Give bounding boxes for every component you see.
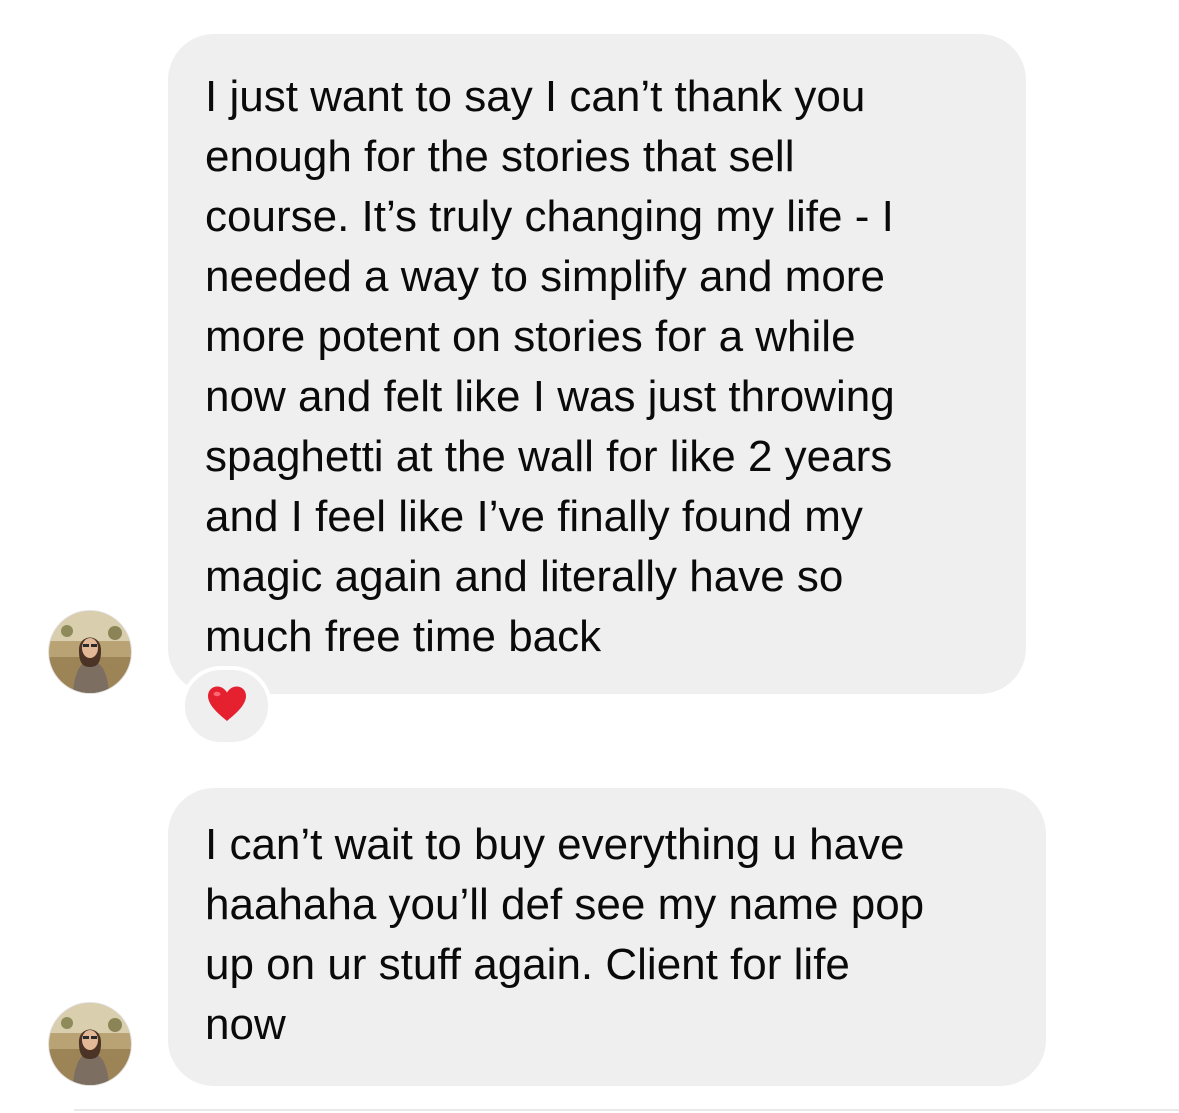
sender-avatar[interactable] bbox=[49, 1003, 131, 1085]
message-text-line: needed a way to simplify and more bbox=[205, 252, 885, 301]
heart-icon bbox=[206, 685, 248, 728]
message-text-line: haahaha you’ll def see my name pop bbox=[205, 880, 925, 929]
message-text-line: magic again and literally have so bbox=[205, 552, 844, 601]
message-text-line: up on ur stuff again. Client for life bbox=[205, 940, 850, 989]
message-bubble-1[interactable]: I just want to say I can’t thank you eno… bbox=[168, 34, 1026, 694]
message-text-line: now and felt like I was just throwing bbox=[205, 372, 895, 421]
avatar-photo bbox=[49, 1003, 131, 1085]
message-text-line: course. It’s truly changing my life - I bbox=[205, 192, 894, 241]
sender-avatar[interactable] bbox=[49, 611, 131, 693]
message-text-line: I can’t wait to buy everything u have bbox=[205, 820, 905, 869]
message-text-line: enough for the stories that sell bbox=[205, 132, 795, 181]
message-bubble-2[interactable]: I can’t wait to buy everything u have ha… bbox=[168, 788, 1046, 1086]
message-text-line: and I feel like I’ve finally found my bbox=[205, 492, 863, 541]
message-text-line: I just want to say I can’t thank you bbox=[205, 72, 866, 121]
divider bbox=[74, 1109, 1179, 1111]
message-text-line: spaghetti at the wall for like 2 years bbox=[205, 432, 893, 481]
reaction-badge[interactable] bbox=[181, 666, 272, 746]
avatar-photo bbox=[49, 611, 131, 693]
message-text-line: much free time back bbox=[205, 612, 602, 661]
message-text-line: more potent on stories for a while bbox=[205, 312, 856, 361]
message-text-line: now bbox=[205, 1000, 286, 1049]
